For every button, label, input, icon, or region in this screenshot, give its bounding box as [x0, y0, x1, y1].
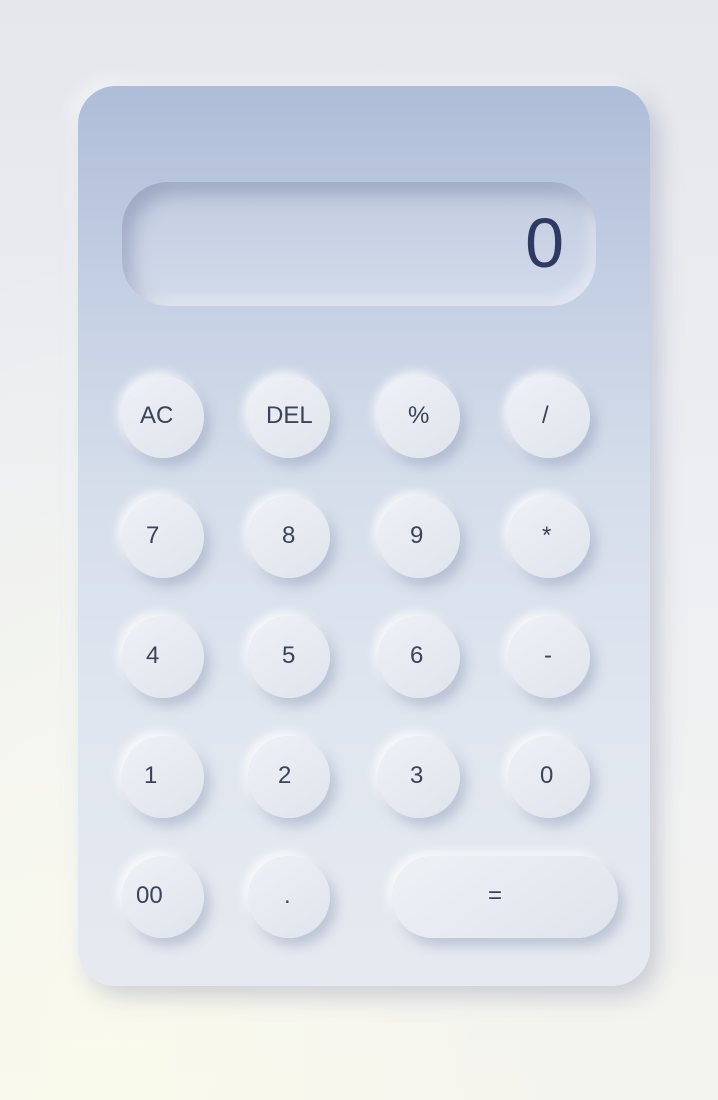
subtract-button[interactable]: - [508, 616, 590, 698]
delete-button[interactable]: DEL [248, 376, 330, 458]
multiply-button[interactable]: * [508, 496, 590, 578]
digit-2-button[interactable]: 2 [248, 736, 330, 818]
percent-button-label: % [408, 402, 430, 429]
digit-1-button[interactable]: 1 [122, 736, 204, 818]
digit-4-button[interactable]: 4 [122, 616, 204, 698]
display: 0 [122, 182, 596, 306]
decimal-button-label: . [284, 882, 291, 909]
percent-button[interactable]: % [378, 376, 460, 458]
multiply-button-label: * [542, 522, 552, 549]
digit-5-button[interactable]: 5 [248, 616, 330, 698]
digit-3-button[interactable]: 3 [378, 736, 460, 818]
digit-4-label: 4 [146, 642, 160, 669]
digit-1-label: 1 [144, 762, 158, 789]
divide-button[interactable]: / [508, 376, 590, 458]
equals-button[interactable]: = [392, 856, 618, 938]
digit-7-label: 7 [146, 522, 160, 549]
display-value: 0 [525, 204, 564, 282]
digit-0-label: 0 [540, 762, 554, 789]
ac-button[interactable]: AC [122, 376, 204, 458]
digit-9-button[interactable]: 9 [378, 496, 460, 578]
calculator: 0 AC DEL % / 7 8 9 * 4 5 6 - 1 2 3 0 00 … [78, 86, 650, 986]
digit-7-button[interactable]: 7 [122, 496, 204, 578]
decimal-button[interactable]: . [248, 856, 330, 938]
digit-3-label: 3 [410, 762, 424, 789]
keypad: AC DEL % / 7 8 9 * 4 5 6 - 1 2 3 0 00 . … [122, 376, 618, 946]
digit-0-button[interactable]: 0 [508, 736, 590, 818]
digit-6-button[interactable]: 6 [378, 616, 460, 698]
digit-8-label: 8 [282, 522, 296, 549]
digit-8-button[interactable]: 8 [248, 496, 330, 578]
double-zero-label: 00 [136, 882, 163, 909]
ac-button-label: AC [140, 402, 174, 429]
digit-2-label: 2 [278, 762, 292, 789]
divide-button-label: / [542, 402, 549, 429]
double-zero-button[interactable]: 00 [122, 856, 204, 938]
subtract-button-label: - [544, 642, 552, 669]
delete-button-label: DEL [266, 402, 313, 429]
digit-6-label: 6 [410, 642, 424, 669]
digit-9-label: 9 [410, 522, 424, 549]
digit-5-label: 5 [282, 642, 296, 669]
equals-button-label: = [488, 882, 503, 909]
